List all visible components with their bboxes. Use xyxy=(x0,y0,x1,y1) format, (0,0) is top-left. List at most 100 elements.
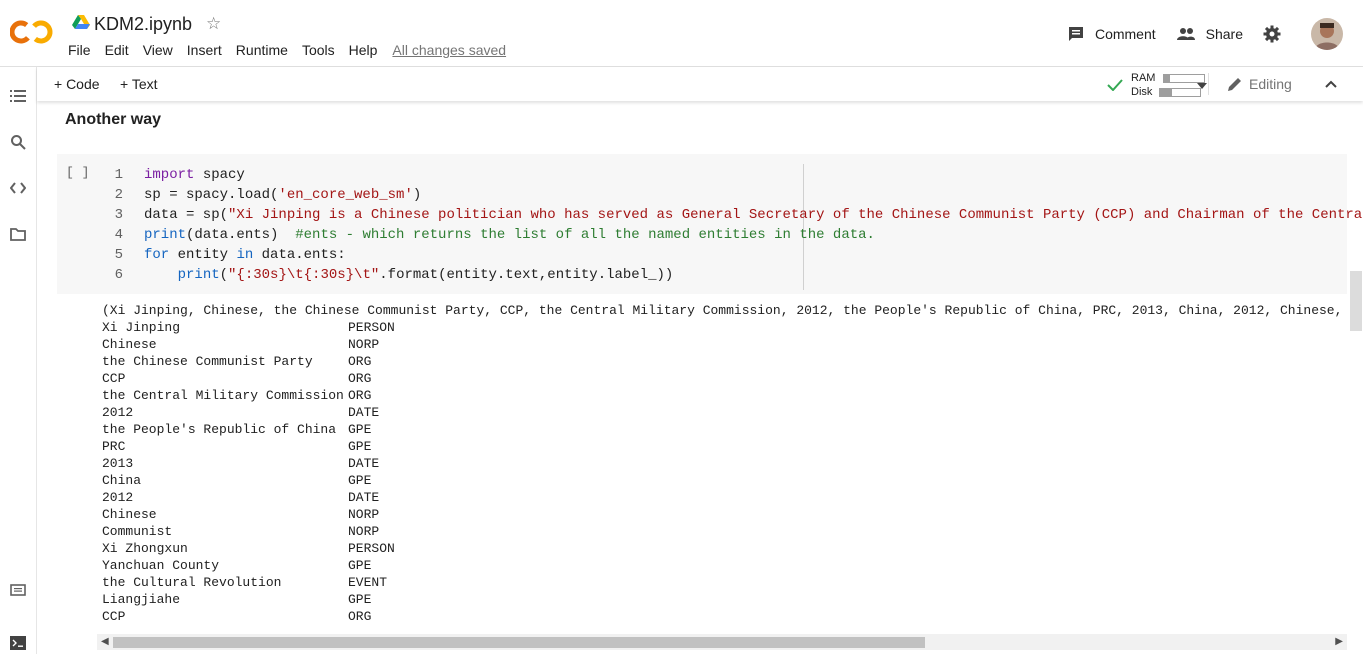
menu-edit[interactable]: Edit xyxy=(105,42,129,58)
entity-row: Yanchuan County GPE xyxy=(102,557,371,574)
entity-text: CCP xyxy=(102,609,126,624)
line-number: 1 xyxy=(114,167,123,183)
scroll-left-icon[interactable]: ◀ xyxy=(101,636,109,647)
drive-icon[interactable] xyxy=(72,14,90,35)
settings-button[interactable] xyxy=(1263,25,1291,43)
entity-row: PRC GPE xyxy=(102,438,371,455)
code-snippets-icon[interactable] xyxy=(8,178,28,198)
entity-row: Liangjiahe GPE xyxy=(102,591,371,608)
run-cell-button[interactable]: [ ] xyxy=(66,165,89,180)
scroll-right-icon[interactable]: ▶ xyxy=(1335,636,1343,647)
colab-logo[interactable] xyxy=(9,17,54,52)
entity-text: Yanchuan County xyxy=(102,558,220,573)
entity-text: 2012 xyxy=(102,490,134,505)
menu-tools[interactable]: Tools xyxy=(302,42,335,58)
entity-row: 2012 DATE xyxy=(102,404,379,421)
entity-text: 2013 xyxy=(102,456,134,471)
entity-text: PRC xyxy=(102,439,126,454)
entity-row: 2012 DATE xyxy=(102,489,379,506)
ram-label: RAM xyxy=(1131,72,1156,84)
entity-row: the Cultural Revolution EVENT xyxy=(102,574,387,591)
notebook-toolbar: + Code + Text RAM Disk Editing xyxy=(37,67,1363,101)
line-number: 6 xyxy=(114,267,123,283)
cell-output: (Xi Jinping, Chinese, the Chinese Commun… xyxy=(102,302,1347,632)
line-number: 2 xyxy=(114,187,123,203)
command-palette-icon[interactable] xyxy=(8,580,28,600)
star-icon[interactable]: ☆ xyxy=(206,14,221,34)
add-text-button[interactable]: + Text xyxy=(120,76,158,92)
notebook-content: Another way [ ] 1 import spacy 2 sp = spac… xyxy=(37,101,1363,654)
entity-row: CCP ORG xyxy=(102,370,371,387)
menu-runtime[interactable]: Runtime xyxy=(236,42,288,58)
menu-view[interactable]: View xyxy=(143,42,173,58)
horizontal-scrollbar[interactable]: ◀ ▶ xyxy=(97,634,1347,650)
table-of-contents-icon[interactable] xyxy=(8,86,28,106)
entity-text: China xyxy=(102,473,142,488)
menu-file[interactable]: File xyxy=(68,42,91,58)
entity-text: Chinese xyxy=(102,337,157,352)
entity-row: Communist NORP xyxy=(102,523,379,540)
entity-text: the People's Republic of China xyxy=(102,422,337,437)
resources-indicator[interactable]: RAM Disk xyxy=(1107,71,1217,99)
entity-row: Xi Zhongxun PERSON xyxy=(102,540,395,557)
search-icon[interactable] xyxy=(8,132,28,152)
entity-label: NORP xyxy=(348,524,380,539)
entity-label: PERSON xyxy=(348,320,395,335)
chevron-up-icon[interactable] xyxy=(1325,80,1337,88)
share-label: Share xyxy=(1205,26,1243,42)
entity-label: ORG xyxy=(348,609,372,624)
entity-label: GPE xyxy=(348,558,372,573)
pencil-icon xyxy=(1228,78,1241,91)
entity-text: the Chinese Communist Party xyxy=(102,354,313,369)
notebook-title[interactable]: KDM2.ipynb xyxy=(94,14,192,35)
comment-icon xyxy=(1068,27,1083,41)
share-button[interactable]: Share xyxy=(1176,26,1243,42)
entity-text: Xi Jinping xyxy=(102,320,181,335)
editing-mode-button[interactable]: Editing xyxy=(1227,76,1292,92)
comment-button[interactable]: Comment xyxy=(1067,25,1156,43)
line-number: 3 xyxy=(114,207,123,223)
scrollbar-thumb[interactable] xyxy=(113,637,925,648)
entity-row: Chinese NORP xyxy=(102,336,379,353)
output-entity-list: (Xi Jinping, Chinese, the Chinese Commun… xyxy=(102,303,1347,318)
entity-label: DATE xyxy=(348,405,380,420)
dropdown-arrow-icon[interactable] xyxy=(1197,83,1207,89)
entity-label: ORG xyxy=(348,354,372,369)
entity-row: the Central Military Commission ORG xyxy=(102,387,371,404)
toolbar-divider xyxy=(1208,73,1209,95)
entity-text: the Central Military Commission xyxy=(102,388,344,403)
save-status[interactable]: All changes saved xyxy=(392,42,506,58)
code-line: print(data.ents) #ents - which returns t… xyxy=(144,227,875,243)
entity-text: Liangjiahe xyxy=(102,592,181,607)
add-code-button[interactable]: + Code xyxy=(54,76,100,92)
menu-insert[interactable]: Insert xyxy=(187,42,222,58)
ram-bar xyxy=(1163,73,1206,83)
entity-row: the People's Republic of China GPE xyxy=(102,421,371,438)
app-header: KDM2.ipynb ☆ File Edit View Insert Runti… xyxy=(0,0,1363,67)
people-icon xyxy=(1176,28,1195,40)
entity-row: China GPE xyxy=(102,472,371,489)
entity-row: Xi Jinping PERSON xyxy=(102,319,395,336)
entity-label: ORG xyxy=(348,371,372,386)
menu-help[interactable]: Help xyxy=(349,42,378,58)
menu-bar: File Edit View Insert Runtime Tools Help… xyxy=(68,42,520,58)
code-cell[interactable]: [ ] 1 import spacy 2 sp = spacy.load('en_c… xyxy=(57,154,1362,294)
terminal-icon[interactable] xyxy=(8,633,28,653)
entity-text: Xi Zhongxun xyxy=(102,541,188,556)
entity-label: NORP xyxy=(348,507,380,522)
comment-label: Comment xyxy=(1094,26,1156,42)
code-line: import spacy xyxy=(144,167,245,183)
vertical-scrollbar[interactable] xyxy=(1350,271,1362,331)
entity-label: GPE xyxy=(348,473,372,488)
entity-label: GPE xyxy=(348,592,372,607)
folder-icon[interactable] xyxy=(8,224,28,244)
entity-text: 2012 xyxy=(102,405,134,420)
user-avatar[interactable] xyxy=(1311,18,1343,50)
line-number: 4 xyxy=(114,227,123,243)
code-line: print("{:30s}\t{:30s}\t".format(entity.t… xyxy=(177,267,674,283)
code-line: data = sp("Xi Jinping is a Chinese polit… xyxy=(144,207,1363,223)
entity-text: Chinese xyxy=(102,507,157,522)
left-sidebar xyxy=(0,67,37,654)
entity-row: the Chinese Communist Party ORG xyxy=(102,353,371,370)
disk-bar xyxy=(1159,87,1202,97)
